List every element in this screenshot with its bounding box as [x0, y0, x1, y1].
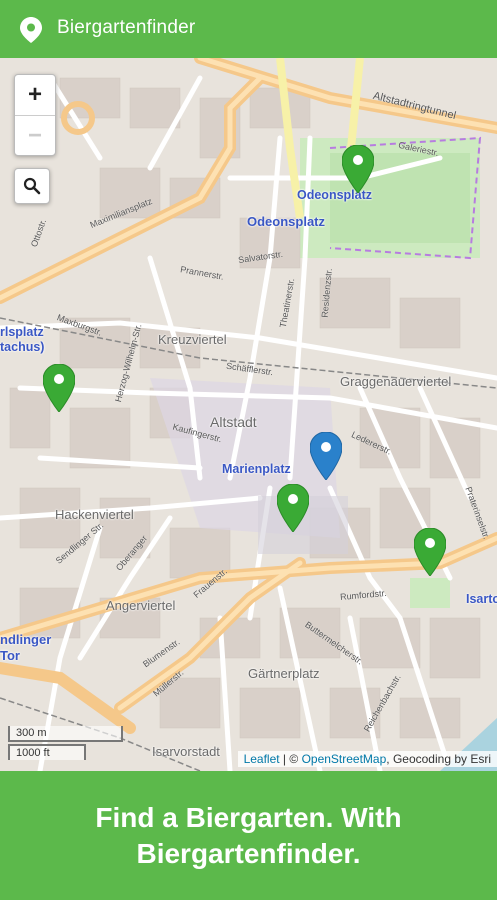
map-scale: 300 m 1000 ft	[8, 726, 123, 760]
beer-garden-marker[interactable]	[277, 484, 309, 532]
zoom-in-button[interactable]: +	[15, 75, 55, 115]
station-label: Tor	[0, 648, 20, 663]
leaflet-link[interactable]: Leaflet	[244, 752, 280, 766]
zoom-control: + −	[14, 74, 56, 156]
map-attribution: Leaflet | © OpenStreetMap, Geocoding by …	[237, 751, 497, 767]
station-label: Isarto	[466, 592, 497, 606]
openstreetmap-link[interactable]: OpenStreetMap	[302, 752, 387, 766]
beer-garden-marker[interactable]	[414, 528, 446, 576]
district-label: Graggenauerviertel	[340, 374, 452, 389]
current-location-marker[interactable]	[310, 432, 342, 480]
district-label: Hackenviertel	[55, 507, 134, 522]
district-label: Angerviertel	[106, 598, 176, 613]
station-label: tachus)	[0, 340, 45, 354]
promo-text: Find a Biergarten. With Biergartenfinder…	[95, 801, 402, 869]
beer-garden-marker[interactable]	[43, 364, 75, 412]
search-icon	[23, 177, 41, 195]
attribution-separator: | ©	[279, 752, 302, 766]
district-label: Gärtnerplatz	[248, 666, 320, 681]
district-label: Isarvorstadt	[152, 744, 220, 759]
district-label: Altstadt	[210, 414, 257, 430]
promo-banner: Find a Biergarten. With Biergartenfinder…	[0, 771, 497, 900]
map-search-button[interactable]	[14, 168, 50, 204]
station-label: rlsplatz	[0, 325, 44, 339]
app-bar: Biergartenfinder	[0, 0, 497, 58]
district-label: Kreuzviertel	[158, 332, 227, 347]
scale-imperial: 1000 ft	[8, 744, 86, 760]
station-label: Odeonsplatz	[247, 214, 326, 229]
app-title: Biergartenfinder	[57, 17, 196, 38]
map-view[interactable]: Kreuzviertel Altstadt Graggenauerviertel…	[0, 58, 497, 771]
beer-garden-marker[interactable]	[342, 145, 374, 193]
geocoding-credit: , Geocoding by Esri	[386, 752, 491, 766]
station-label: Marienplatz	[222, 462, 291, 476]
scale-metric: 300 m	[8, 726, 123, 742]
location-pin-icon	[20, 17, 42, 43]
station-label: ndlinger	[0, 632, 52, 647]
zoom-out-button[interactable]: −	[15, 115, 55, 155]
